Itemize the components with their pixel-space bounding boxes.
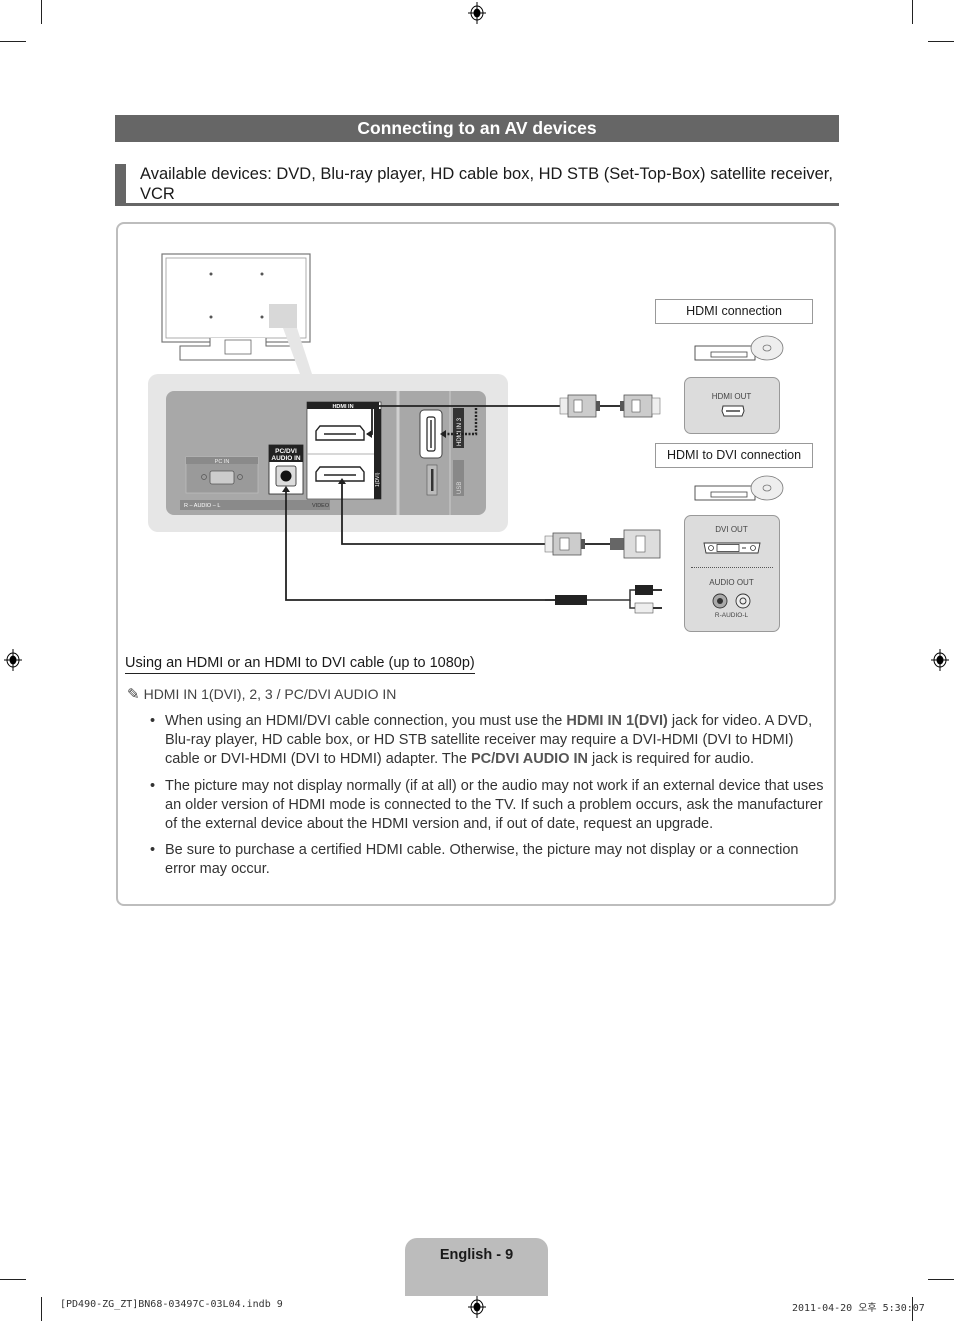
registration-mark-icon <box>468 1296 486 1318</box>
list-item: • When using an HDMI/DVI cable connectio… <box>150 713 813 767</box>
bullet-icon: • <box>150 842 156 858</box>
crop-mark <box>928 41 954 42</box>
print-timestamp: 2011-04-20 오후 5:30:07 <box>792 1303 925 1314</box>
hdmi-to-dvi-cable-icon <box>544 529 661 559</box>
page-number-tab: English - 9 <box>405 1238 548 1296</box>
section-title: Using an HDMI or an HDMI to DVI cable (u… <box>125 655 475 674</box>
registration-mark-icon <box>4 649 22 671</box>
dvd-player-icon <box>694 335 784 361</box>
bullet-icon: • <box>150 713 156 729</box>
page-title: Connecting to an AV devices <box>115 115 839 142</box>
svg-text:USB: USB <box>457 482 463 494</box>
hdmi-port-1-dvi-icon <box>315 466 365 482</box>
audio-cable-icon <box>545 585 662 614</box>
tv-back-icon <box>161 253 312 374</box>
hdmi-connection-label: HDMI connection <box>655 299 813 324</box>
crop-mark <box>912 0 913 24</box>
crop-mark <box>928 1279 954 1280</box>
crop-mark <box>0 41 26 42</box>
bullet-icon: • <box>150 778 156 794</box>
note-text: HDMI IN 1(DVI), 2, 3 / PC/DVI AUDIO IN <box>143 686 397 702</box>
vga-port-icon <box>209 470 235 485</box>
pc-in-label: PC IN <box>215 459 230 465</box>
crop-mark <box>0 1279 26 1280</box>
svg-text:HDMI IN: HDMI IN <box>332 404 353 410</box>
dvi-port-icon <box>703 542 761 554</box>
svg-text:PC/DVI: PC/DVI <box>275 448 297 455</box>
svg-text:HDMI IN 3: HDMI IN 3 <box>457 417 463 446</box>
hdmi-port-2-icon <box>315 425 365 441</box>
crop-mark <box>41 1297 42 1321</box>
divider <box>691 567 773 568</box>
rca-audio-ports-icon <box>712 593 751 609</box>
svg-text:1(DVI): 1(DVI) <box>375 472 381 487</box>
hdmi-in-jacks <box>306 401 382 500</box>
hdmi-cable-icon <box>559 394 661 418</box>
audio-channels-label: R-AUDIO-L <box>714 612 749 619</box>
svg-text:AUDIO IN: AUDIO IN <box>271 455 301 462</box>
note-line: ✎ HDMI IN 1(DVI), 2, 3 / PC/DVI AUDIO IN <box>127 685 396 703</box>
dvd-player-icon <box>694 475 784 501</box>
audio-out-label: AUDIO OUT <box>709 578 754 587</box>
registration-mark-icon <box>468 2 486 24</box>
list-item: • Be sure to purchase a certified HDMI c… <box>150 842 799 877</box>
available-devices-heading: Available devices: DVD, Blu-ray player, … <box>115 164 839 206</box>
dvi-audio-out-panel: DVI OUT AUDIO OUT R-AUDIO-L <box>684 515 780 632</box>
hdmi-to-dvi-connection-label: HDMI to DVI connection <box>655 443 813 468</box>
hdmi-in-1-dvi-term: HDMI IN 1(DVI) <box>566 713 668 729</box>
file-info: [PD490-ZG_ZT]BN68-03497C-03L04.indb 9 <box>60 1299 283 1310</box>
hdmi-out-panel: HDMI OUT <box>684 377 780 434</box>
hdmi-out-label: HDMI OUT <box>711 392 752 401</box>
svg-text:R – AUDIO – L: R – AUDIO – L <box>184 503 220 509</box>
crop-mark <box>41 0 42 24</box>
svg-text:VIDEO: VIDEO <box>312 503 330 509</box>
pencil-icon: ✎ <box>127 686 140 703</box>
pc-dvi-audio-in-term: PC/DVI AUDIO IN <box>470 751 589 767</box>
hdmi-port-icon <box>721 405 745 417</box>
list-item: • The picture may not display normally (… <box>150 778 824 832</box>
dvi-out-label: DVI OUT <box>715 525 748 534</box>
registration-mark-icon <box>931 649 949 671</box>
